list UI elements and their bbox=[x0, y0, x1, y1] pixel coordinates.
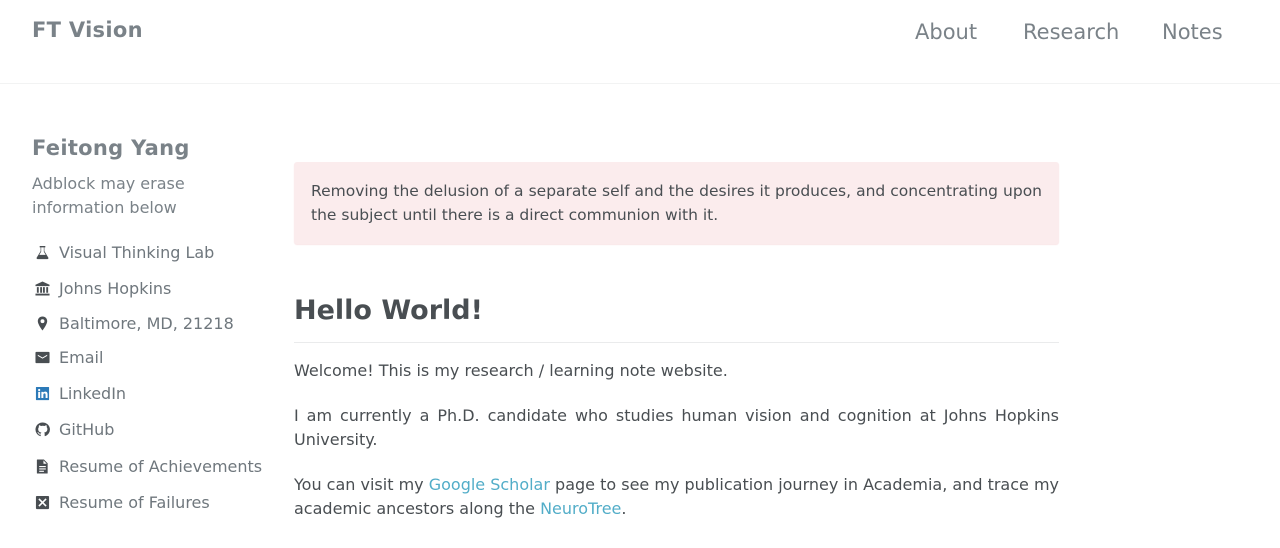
flask-icon bbox=[32, 242, 52, 262]
linkedin-icon bbox=[32, 383, 52, 403]
paragraph-text: . bbox=[621, 499, 627, 518]
links-paragraph: You can visit my Google Scholar page to … bbox=[294, 473, 1059, 521]
author-link-label: Resume of Achievements bbox=[59, 456, 263, 476]
author-link-location[interactable]: Baltimore, MD, 21218 bbox=[32, 313, 272, 333]
university-icon bbox=[32, 278, 52, 298]
author-link-linkedin[interactable]: LinkedIn bbox=[32, 383, 272, 403]
page-title: Hello World! bbox=[294, 295, 1059, 343]
author-link-email[interactable]: Email bbox=[32, 347, 272, 367]
author-link-resume-achievements[interactable]: Resume of Achievements bbox=[32, 456, 272, 476]
file-text-icon bbox=[32, 456, 52, 476]
main-content: Removing the delusion of a separate self… bbox=[294, 162, 1059, 521]
author-link-label: Baltimore, MD, 21218 bbox=[59, 313, 234, 333]
author-link-github[interactable]: GitHub bbox=[32, 419, 272, 439]
author-link-label: LinkedIn bbox=[59, 383, 127, 403]
author-link-lab[interactable]: Visual Thinking Lab bbox=[32, 242, 272, 262]
notice-box: Removing the delusion of a separate self… bbox=[294, 162, 1059, 244]
author-links-list: Visual Thinking Lab Johns Hopkins Baltim… bbox=[32, 242, 272, 512]
neurotree-link[interactable]: NeuroTree bbox=[540, 499, 621, 518]
author-link-label: GitHub bbox=[59, 419, 115, 439]
author-link-label: Visual Thinking Lab bbox=[59, 242, 215, 262]
github-icon bbox=[32, 419, 52, 439]
nav-notes-link[interactable]: Notes bbox=[1162, 20, 1223, 44]
map-marker-icon bbox=[32, 313, 52, 333]
google-scholar-link[interactable]: Google Scholar bbox=[429, 475, 550, 494]
close-box-icon bbox=[32, 492, 52, 512]
nav-about-link[interactable]: About bbox=[915, 20, 977, 44]
author-name: Feitong Yang bbox=[32, 136, 190, 160]
nav-research-link[interactable]: Research bbox=[1023, 20, 1119, 44]
author-link-label: Email bbox=[59, 347, 104, 367]
author-bio: Adblock may erase information below bbox=[32, 174, 185, 217]
envelope-icon bbox=[32, 347, 52, 367]
author-link-label: Resume of Failures bbox=[59, 492, 210, 512]
author-link-university[interactable]: Johns Hopkins bbox=[32, 278, 272, 298]
masthead: FT Vision About Research Notes bbox=[0, 0, 1280, 84]
site-title-link[interactable]: FT Vision bbox=[32, 18, 143, 42]
author-link-resume-failures[interactable]: Resume of Failures bbox=[32, 492, 272, 512]
paragraph-text: You can visit my bbox=[294, 475, 429, 494]
welcome-paragraph: Welcome! This is my research / learning … bbox=[294, 361, 728, 380]
bio-paragraph: I am currently a Ph.D. candidate who stu… bbox=[294, 406, 1059, 449]
author-link-label: Johns Hopkins bbox=[59, 278, 172, 298]
author-sidebar: Feitong Yang Adblock may erase informati… bbox=[32, 136, 272, 512]
